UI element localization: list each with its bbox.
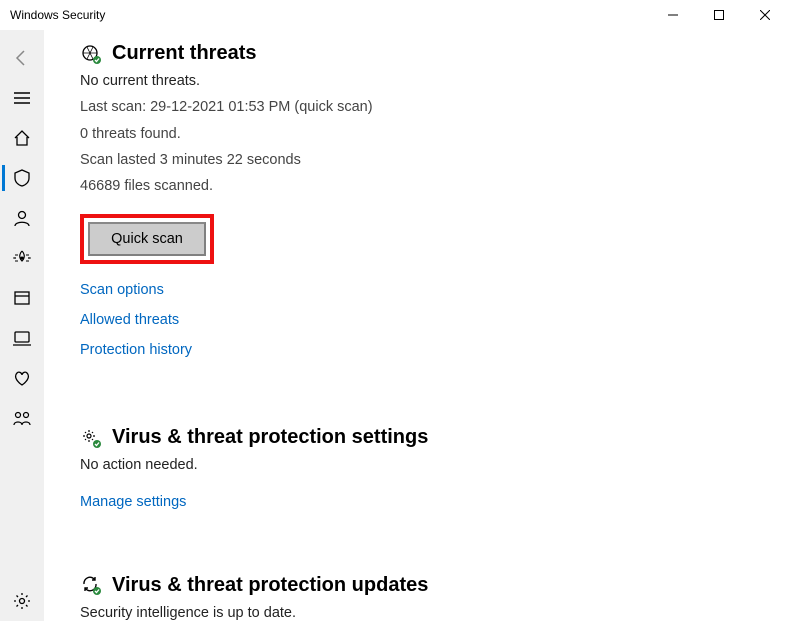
sidebar-item-family[interactable] — [2, 398, 42, 438]
window-title: Windows Security — [10, 8, 105, 22]
sidebar-item-account[interactable] — [2, 198, 42, 238]
scan-duration: Scan lasted 3 minutes 22 seconds — [80, 150, 788, 170]
updates-heading: Virus & threat protection updates — [80, 574, 788, 597]
settings-icon — [80, 427, 102, 449]
sidebar — [0, 30, 44, 621]
last-scan-info: Last scan: 29-12-2021 01:53 PM (quick sc… — [80, 97, 788, 117]
sidebar-item-device-security[interactable] — [2, 318, 42, 358]
scan-options-link[interactable]: Scan options — [80, 282, 788, 298]
settings-title: Virus & threat protection settings — [112, 426, 428, 449]
minimize-button[interactable] — [650, 0, 696, 30]
close-button[interactable] — [742, 0, 788, 30]
threats-icon — [80, 43, 102, 65]
sidebar-item-firewall[interactable] — [2, 238, 42, 278]
allowed-threats-link[interactable]: Allowed threats — [80, 312, 788, 328]
current-threats-heading: Current threats — [80, 42, 788, 65]
manage-settings-link[interactable]: Manage settings — [80, 494, 788, 510]
threats-found: 0 threats found. — [80, 124, 788, 144]
titlebar: Windows Security — [0, 0, 788, 30]
files-scanned: 46689 files scanned. — [80, 176, 788, 196]
sidebar-item-device-performance[interactable] — [2, 358, 42, 398]
main-content: Current threats No current threats. Last… — [44, 30, 788, 621]
updates-icon — [80, 574, 102, 596]
sidebar-item-home[interactable] — [2, 118, 42, 158]
back-button[interactable] — [2, 38, 42, 78]
threats-status: No current threats. — [80, 71, 788, 91]
sidebar-item-virus-protection[interactable] — [2, 158, 42, 198]
updates-status: Security intelligence is up to date. — [80, 603, 788, 621]
current-threats-title: Current threats — [112, 42, 256, 65]
updates-title: Virus & threat protection updates — [112, 574, 428, 597]
protection-history-link[interactable]: Protection history — [80, 342, 788, 358]
sidebar-item-app-browser[interactable] — [2, 278, 42, 318]
maximize-button[interactable] — [696, 0, 742, 30]
settings-status: No action needed. — [80, 455, 788, 475]
quick-scan-button[interactable]: Quick scan — [88, 222, 206, 256]
sidebar-item-settings[interactable] — [2, 581, 42, 621]
menu-button[interactable] — [2, 78, 42, 118]
quick-scan-highlight-box: Quick scan — [80, 214, 214, 264]
settings-heading: Virus & threat protection settings — [80, 426, 788, 449]
